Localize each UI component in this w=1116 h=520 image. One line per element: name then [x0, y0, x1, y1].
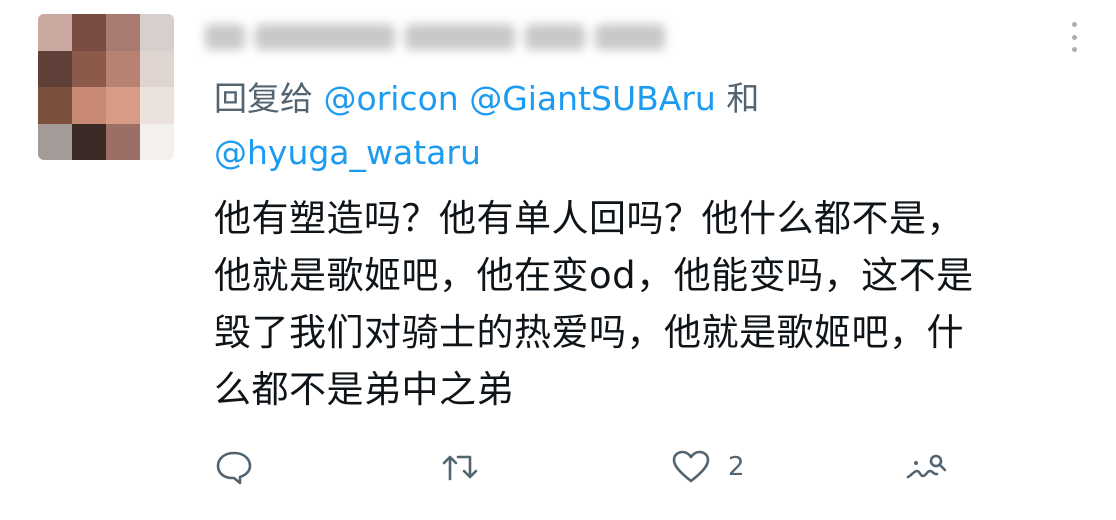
mention-giantsubaru[interactable]: @GiantSUBAru	[469, 79, 716, 118]
retweet-icon	[440, 449, 482, 485]
tweet-body: 他有塑造吗？他有单人回吗？他什么都不是， 他就是歌姬吧，他在变od，他能变吗，这…	[214, 197, 974, 411]
reply-button[interactable]	[214, 449, 254, 485]
reply-to-label: 回复给	[214, 79, 313, 118]
tweet-card: 回复给 @oricon @GiantSUBAru 和 @hyuga_wataru…	[0, 0, 1116, 520]
mention-hyuga-wataru[interactable]: @hyuga_wataru	[214, 133, 481, 172]
reply-icon	[214, 449, 254, 485]
avatar[interactable]	[38, 14, 174, 160]
mention-conjunction: 和	[726, 79, 760, 118]
like-count: 2	[728, 452, 745, 482]
share-button[interactable]	[904, 449, 952, 485]
more-icon[interactable]	[1068, 22, 1080, 52]
like-button[interactable]: 2	[670, 449, 745, 485]
mention-oricon[interactable]: @oricon	[324, 79, 459, 118]
reply-to-line: 回复给 @oricon @GiantSUBAru 和 @hyuga_wataru	[214, 72, 1074, 180]
share-icon	[904, 449, 952, 485]
action-bar: 2	[214, 442, 974, 492]
blurred-username	[205, 12, 675, 62]
heart-icon	[670, 449, 712, 485]
retweet-button[interactable]	[440, 449, 482, 485]
